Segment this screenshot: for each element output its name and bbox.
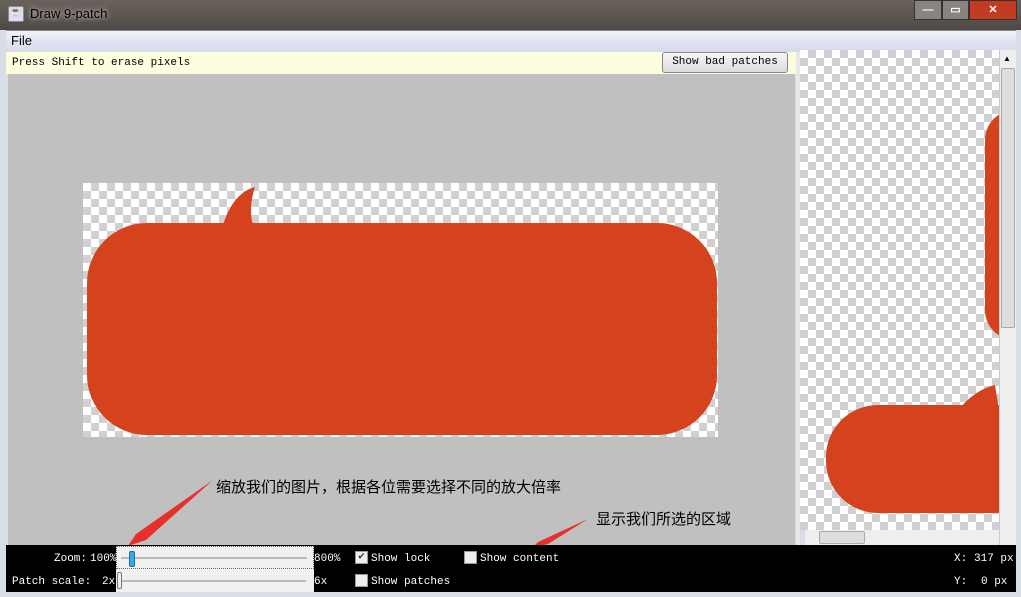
show-bad-patches-button[interactable]: Show bad patches [662,52,788,73]
show-patches-checkbox[interactable] [355,574,368,587]
show-patches-label: Show patches [371,576,451,588]
zoom-max: 800% [314,553,341,565]
zoom-slider[interactable] [116,546,314,569]
patch-scale-slider[interactable] [116,569,314,592]
show-content-checkbox[interactable] [464,551,477,564]
control-bar: Zoom: 100% 800% ✔ Show lock Show content… [6,545,1016,592]
preview-vertical-scrollbar[interactable]: ▲ [999,50,1016,545]
patch-slider-thumb[interactable] [117,572,122,589]
show-content-label: Show content [480,553,560,565]
zoom-min: 100% [90,553,117,565]
menu-file[interactable]: File [11,33,32,48]
y-label: Y: [954,576,968,588]
show-lock-label: Show lock [371,553,431,565]
zoom-label: Zoom: [54,553,88,565]
zoom-annotation: 缩放我们的图片，根据各位需要选择不同的放大倍率 [216,479,562,496]
patch-max: 6x [314,576,328,588]
preview-horizontal-scrollbar[interactable] [805,530,999,545]
hint-text: Press Shift to erase pixels [12,57,191,69]
vertical-scroll-thumb[interactable] [1001,68,1015,328]
zoom-slider-thumb[interactable] [129,551,135,567]
x-value: 317 px [974,553,1014,565]
zoom-arrow [128,480,213,545]
preview-panel [800,50,999,530]
window-title: Draw 9-patch [30,6,108,21]
maximize-button[interactable]: ▭ [942,0,969,20]
title-bar: ☕ Draw 9-patch — ▭ ✕ [0,0,1021,30]
show-lock-checkbox[interactable]: ✔ [355,551,368,564]
annotation-arrows [128,480,588,545]
y-value: 0 px [981,576,1008,588]
editor-canvas[interactable]: 缩放我们的图片，根据各位需要选择不同的放大倍率 显示我们所选的区域 [8,74,795,545]
content-annotation: 显示我们所选的区域 [596,511,732,528]
x-label: X: [954,553,968,565]
preview-bubbles [826,114,999,513]
minimize-button[interactable]: — [914,0,942,20]
close-button[interactable]: ✕ [969,0,1017,20]
content-arrow [535,519,588,545]
menu-bar: File [6,30,1016,50]
patch-scale-label: Patch scale: [12,576,92,588]
patch-min: 2x [102,576,116,588]
java-app-icon: ☕ [8,6,24,22]
horizontal-scroll-thumb[interactable] [819,531,865,544]
